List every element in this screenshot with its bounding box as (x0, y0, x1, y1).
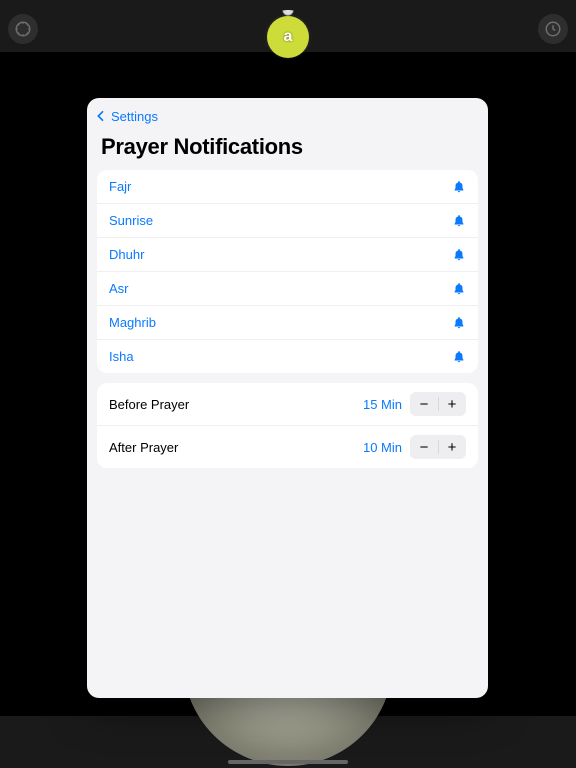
after-prayer-value: 10 Min (363, 440, 402, 455)
app-badge-glyph: a (284, 28, 293, 46)
bell-icon (452, 180, 466, 194)
prayer-row[interactable]: Dhuhr (97, 237, 478, 271)
before-minus-button[interactable]: − (410, 392, 438, 416)
bell-icon (452, 282, 466, 296)
back-label: Settings (111, 109, 158, 124)
prayer-row[interactable]: Sunrise (97, 203, 478, 237)
prayer-name: Fajr (109, 179, 131, 194)
prayer-row[interactable]: Asr (97, 271, 478, 305)
after-prayer-label: After Prayer (109, 440, 178, 455)
before-prayer-value: 15 Min (363, 397, 402, 412)
back-button[interactable]: Settings (93, 108, 158, 124)
after-plus-button[interactable]: + (438, 435, 466, 459)
home-indicator (228, 760, 348, 764)
chevron-left-icon (93, 108, 109, 124)
before-prayer-row: Before Prayer 15 Min − + (97, 383, 478, 425)
prayer-name: Dhuhr (109, 247, 144, 262)
page-title: Prayer Notifications (87, 134, 488, 170)
prayer-name: Asr (109, 281, 129, 296)
before-prayer-label: Before Prayer (109, 397, 189, 412)
prayer-row[interactable]: Fajr (97, 170, 478, 203)
modal-sheet: Settings Prayer Notifications Fajr Sunris… (87, 98, 488, 698)
clock-button[interactable] (538, 14, 568, 44)
bell-icon (452, 248, 466, 262)
offset-list: Before Prayer 15 Min − + After Prayer 10… (97, 383, 478, 468)
after-prayer-stepper: − + (410, 435, 466, 459)
prayer-row[interactable]: Isha (97, 339, 478, 373)
date-button[interactable] (8, 14, 38, 44)
after-minus-button[interactable]: − (410, 435, 438, 459)
prayer-name: Isha (109, 349, 134, 364)
prayer-name: Sunrise (109, 213, 153, 228)
bell-icon (452, 214, 466, 228)
bell-icon (452, 316, 466, 330)
prayer-list: Fajr Sunrise Dhuhr Asr Maghrib Isha (97, 170, 478, 373)
bell-icon (452, 350, 466, 364)
nav-bar: Settings (87, 98, 488, 134)
after-prayer-row: After Prayer 10 Min − + (97, 425, 478, 468)
app-badge: a (267, 16, 309, 58)
before-prayer-stepper: − + (410, 392, 466, 416)
before-plus-button[interactable]: + (438, 392, 466, 416)
prayer-name: Maghrib (109, 315, 156, 330)
prayer-row[interactable]: Maghrib (97, 305, 478, 339)
